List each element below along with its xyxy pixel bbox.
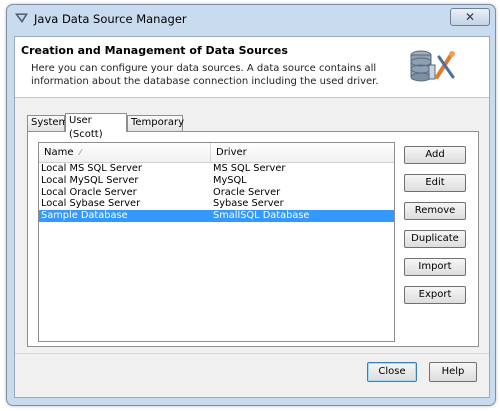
dialog-header: Creation and Management of Data Sources … xyxy=(15,37,489,98)
column-name-label: Name xyxy=(44,147,74,158)
cell-driver: Sybase Server xyxy=(213,198,284,210)
edit-button[interactable]: Edit xyxy=(404,174,466,192)
tab-temporary[interactable]: Temporary xyxy=(127,115,184,131)
export-button[interactable]: Export xyxy=(404,286,466,304)
table-row[interactable]: Local MySQL Server MySQL xyxy=(39,175,394,187)
tab-system[interactable]: System xyxy=(27,115,68,131)
footer-divider xyxy=(15,353,489,354)
cell-name: Local MySQL Server xyxy=(41,174,139,186)
dialog-client-area: Creation and Management of Data Sources … xyxy=(14,36,490,398)
column-header-driver[interactable]: Driver xyxy=(211,143,394,162)
sort-ascending-icon: ⁄ xyxy=(79,148,82,157)
help-button[interactable]: Help xyxy=(429,362,477,382)
dialog-window: Java Data Source Manager ✕ Creation and … xyxy=(6,4,496,406)
table-row[interactable]: Local Sybase Server Sybase Server xyxy=(39,198,394,210)
title-bar: Java Data Source Manager ✕ xyxy=(7,5,495,32)
window-close-button[interactable]: ✕ xyxy=(450,8,490,26)
remove-button[interactable]: Remove xyxy=(404,202,466,220)
window-title: Java Data Source Manager xyxy=(34,12,187,26)
cell-name: Sample Database xyxy=(41,210,128,222)
cell-name: Local Oracle Server xyxy=(41,186,137,198)
add-button[interactable]: Add xyxy=(404,146,466,164)
datasource-table[interactable]: Name ⁄ Driver Local MS SQL Server MS SQL… xyxy=(38,142,395,342)
duplicate-button[interactable]: Duplicate xyxy=(404,230,466,248)
header-title: Creation and Management of Data Sources xyxy=(21,44,288,57)
table-row[interactable]: Local Oracle Server Oracle Server xyxy=(39,187,394,199)
java-cup-icon xyxy=(15,13,28,23)
header-description: Here you can configure your data sources… xyxy=(31,63,379,87)
table-header: Name ⁄ Driver xyxy=(39,143,394,163)
tab-user-scott[interactable]: User (Scott) xyxy=(65,113,127,140)
cell-name: Local Sybase Server xyxy=(41,198,141,210)
cell-driver: Oracle Server xyxy=(213,186,281,198)
column-header-name[interactable]: Name ⁄ xyxy=(39,143,211,162)
table-row[interactable]: Local MS SQL Server MS SQL Server xyxy=(39,163,394,175)
database-tools-icon xyxy=(410,50,455,82)
table-row-selected[interactable]: Sample Database SmallSQL Database xyxy=(39,210,394,222)
table-body: Local MS SQL Server MS SQL Server Local … xyxy=(39,163,394,222)
tab-panel: Name ⁄ Driver Local MS SQL Server MS SQL… xyxy=(27,131,479,347)
cell-name: Local MS SQL Server xyxy=(41,163,142,174)
close-button[interactable]: Close xyxy=(367,362,417,382)
cell-driver: SmallSQL Database xyxy=(213,210,310,222)
cell-driver: MySQL xyxy=(213,174,247,186)
cell-driver: MS SQL Server xyxy=(213,163,286,174)
import-button[interactable]: Import xyxy=(404,258,466,276)
